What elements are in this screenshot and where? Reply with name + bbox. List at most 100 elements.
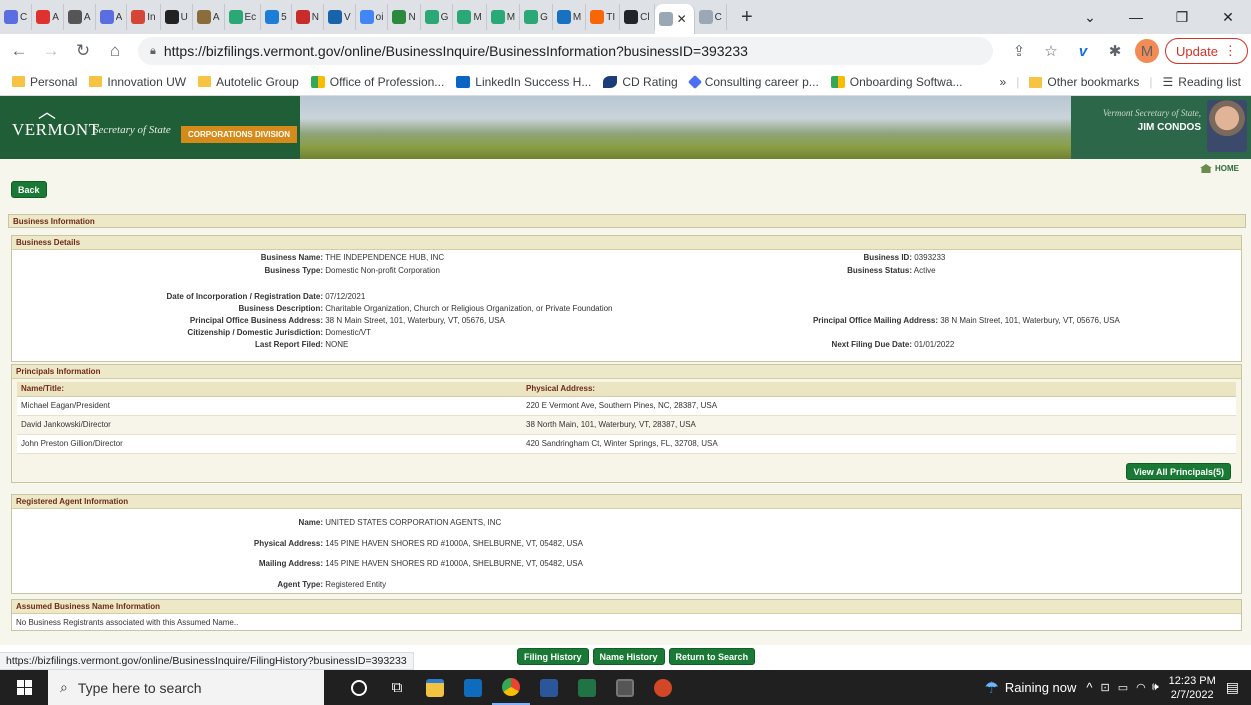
share-icon[interactable]: ⇪: [1007, 39, 1031, 63]
agent-physical-address-label: Physical Address:: [253, 539, 323, 548]
chevron-up-icon[interactable]: ^: [1086, 680, 1092, 695]
windows-start-icon[interactable]: [0, 670, 48, 705]
extensions-puzzle-icon[interactable]: ✱: [1103, 39, 1127, 63]
profile-avatar[interactable]: M: [1135, 39, 1159, 63]
assumed-name-section: Assumed Business Name Information No Bus…: [11, 599, 1242, 631]
browser-tab[interactable]: G: [421, 4, 454, 30]
assumed-name-message: No Business Registrants associated with …: [16, 618, 239, 627]
word-icon[interactable]: [530, 670, 568, 705]
vermont-logo[interactable]: VERMONT: [12, 120, 100, 140]
filing-history-button[interactable]: Filing History: [517, 648, 589, 665]
bookmarks-bar: Personal Innovation UW Autotelic Group O…: [0, 68, 1251, 96]
reload-icon[interactable]: ↻: [70, 38, 96, 64]
browser-tab[interactable]: A: [32, 4, 64, 30]
home-icon[interactable]: ⌂: [102, 38, 128, 64]
calculator-icon[interactable]: [606, 670, 644, 705]
browser-tab[interactable]: A: [193, 4, 225, 30]
bookmark-office-of-profession[interactable]: Office of Profession...: [310, 75, 444, 89]
feather-icon: [603, 75, 618, 88]
browser-tab[interactable]: N: [292, 4, 324, 30]
browser-tab[interactable]: 5: [261, 4, 292, 30]
return-to-search-button[interactable]: Return to Search: [668, 648, 756, 665]
outlook-icon[interactable]: [454, 670, 492, 705]
address-bar[interactable]: 🔒︎ https://bizfilings.vermont.gov/online…: [138, 37, 993, 65]
chrome-icon[interactable]: [492, 670, 530, 705]
update-button-label: Update: [1176, 43, 1218, 59]
tab-favicon-icon: [392, 10, 407, 24]
home-link[interactable]: HOME: [1200, 164, 1239, 173]
vimeo-extension-icon[interactable]: v: [1071, 39, 1095, 63]
principal-office-address-value: 38 N Main Street, 101, Waterbury, VT, 05…: [325, 316, 505, 325]
notifications-icon[interactable]: ▤: [1226, 679, 1239, 696]
incorporation-date-value: 07/12/2021: [325, 292, 366, 301]
grid-icon: [830, 75, 845, 88]
powerpoint-icon[interactable]: [644, 670, 682, 705]
browser-tab[interactable]: C: [695, 4, 727, 30]
browser-tab-title: C: [20, 11, 28, 23]
bookmark-cd-rating[interactable]: CD Rating: [603, 75, 678, 89]
browser-tab-title: U: [180, 11, 188, 23]
browser-tab[interactable]: In: [127, 4, 161, 30]
browser-tab[interactable]: A: [96, 4, 128, 30]
tab-favicon-icon: [164, 10, 179, 24]
browser-tab[interactable]: U: [161, 4, 193, 30]
more-bookmarks-button[interactable]: »: [1000, 75, 1007, 89]
update-button[interactable]: Update ⋮: [1165, 38, 1248, 64]
bookmark-autotelic-group[interactable]: Autotelic Group: [198, 75, 299, 89]
browser-tab[interactable]: G: [520, 4, 553, 30]
file-explorer-icon[interactable]: [416, 670, 454, 705]
principal-mailing-address-value: 38 N Main Street, 101, Waterbury, VT, 05…: [940, 316, 1120, 325]
divider: |: [1149, 75, 1153, 89]
close-tab-icon[interactable]: ✕: [677, 12, 687, 26]
cortana-icon[interactable]: [340, 670, 378, 705]
restore-icon[interactable]: ❐: [1159, 0, 1205, 34]
back-button[interactable]: Back: [11, 181, 47, 198]
star-icon[interactable]: ☆: [1039, 39, 1063, 63]
bookmark-consulting-career[interactable]: Consulting career p...: [687, 74, 819, 89]
browser-tab-title: C: [714, 11, 722, 23]
bookmark-onboarding-software[interactable]: Onboarding Softwa...: [830, 75, 963, 89]
lock-icon[interactable]: 🔒︎: [150, 45, 156, 58]
tab-favicon-icon: [99, 10, 114, 24]
link-status-bar: https://bizfilings.vermont.gov/online/Bu…: [0, 652, 414, 670]
weather-umbrella-icon[interactable]: ☂: [985, 678, 999, 698]
chevron-down-icon[interactable]: ⌄: [1067, 0, 1113, 34]
business-id-value: 0393233: [914, 253, 946, 262]
browser-tab[interactable]: M: [487, 4, 521, 30]
name-history-button[interactable]: Name History: [592, 648, 665, 665]
browser-tab[interactable]: N: [388, 4, 421, 30]
browser-tab[interactable]: C: [0, 4, 33, 30]
minimize-icon[interactable]: —: [1113, 0, 1159, 34]
browser-tab[interactable]: TI: [586, 4, 621, 30]
back-arrow-icon[interactable]: ←: [6, 38, 32, 64]
browser-tab-title: G: [440, 11, 449, 23]
taskbar-search-box[interactable]: ⌕ Type here to search: [48, 670, 324, 705]
reading-list[interactable]: ☰ Reading list: [1163, 75, 1241, 89]
weather-text[interactable]: Raining now: [1005, 680, 1077, 695]
battery-icon[interactable]: ▭: [1118, 681, 1128, 694]
browser-tab[interactable]: M: [453, 4, 487, 30]
view-all-principals-button[interactable]: View All Principals(5): [1126, 463, 1231, 480]
browser-tab[interactable]: A: [64, 4, 96, 30]
business-type-label: Business Type:: [264, 266, 323, 275]
new-tab-button[interactable]: +: [735, 6, 759, 29]
browser-tab[interactable]: M: [553, 4, 587, 30]
forward-arrow-icon[interactable]: →: [38, 38, 64, 64]
excel-icon[interactable]: [568, 670, 606, 705]
browser-tab-active[interactable]: ✕: [654, 4, 695, 34]
other-bookmarks[interactable]: Other bookmarks: [1029, 75, 1139, 89]
browser-tab[interactable]: Ec: [225, 4, 262, 30]
browser-tab[interactable]: V: [324, 4, 356, 30]
task-view-icon[interactable]: ⧉: [378, 670, 416, 705]
bookmark-innovation-uw[interactable]: Innovation UW: [89, 75, 186, 89]
browser-tab-title: A: [52, 11, 59, 23]
taskbar-clock[interactable]: 12:23 PM 2/7/2022: [1169, 674, 1216, 702]
browser-tab[interactable]: Cl: [620, 4, 655, 30]
wifi-icon[interactable]: ◠: [1136, 681, 1146, 694]
close-icon[interactable]: ✕: [1205, 0, 1251, 34]
bookmark-linkedin[interactable]: LinkedIn Success H...: [456, 75, 591, 89]
network-icon[interactable]: ⊡: [1101, 681, 1110, 694]
volume-icon[interactable]: 🕪︎: [1152, 681, 1159, 694]
browser-tab[interactable]: oi: [356, 4, 389, 30]
bookmark-personal[interactable]: Personal: [12, 75, 77, 89]
